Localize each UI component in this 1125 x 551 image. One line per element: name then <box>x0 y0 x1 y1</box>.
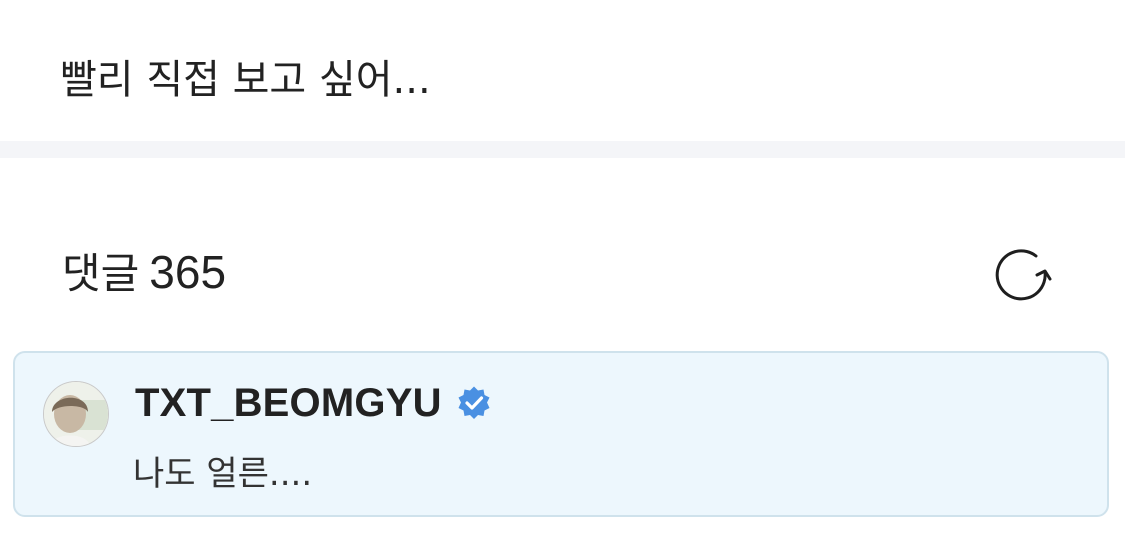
refresh-icon <box>995 249 1052 301</box>
refresh-button[interactable] <box>988 240 1060 312</box>
comments-title: 댓글 365 <box>62 246 226 300</box>
comment-card[interactable]: TXT_BEOMGYU 나도 얼른.... <box>13 351 1109 517</box>
comments-label: 댓글 <box>62 249 140 298</box>
avatar-image <box>44 382 108 446</box>
comments-count: 365 <box>149 246 227 298</box>
post-text: 빨리 직접 보고 싶어... <box>60 57 431 103</box>
page: 빨리 직접 보고 싶어... 댓글 365 TXT_BEOMGYU 나도 얼른.… <box>0 0 1125 551</box>
verified-badge-icon <box>458 386 490 419</box>
comment-author[interactable]: TXT_BEOMGYU <box>135 381 442 426</box>
comment-text: 나도 얼른.... <box>133 454 313 494</box>
comment-author-row: TXT_BEOMGYU <box>135 379 492 427</box>
section-divider <box>0 141 1125 158</box>
comments-header: 댓글 365 <box>0 158 1125 350</box>
avatar[interactable] <box>43 381 109 447</box>
